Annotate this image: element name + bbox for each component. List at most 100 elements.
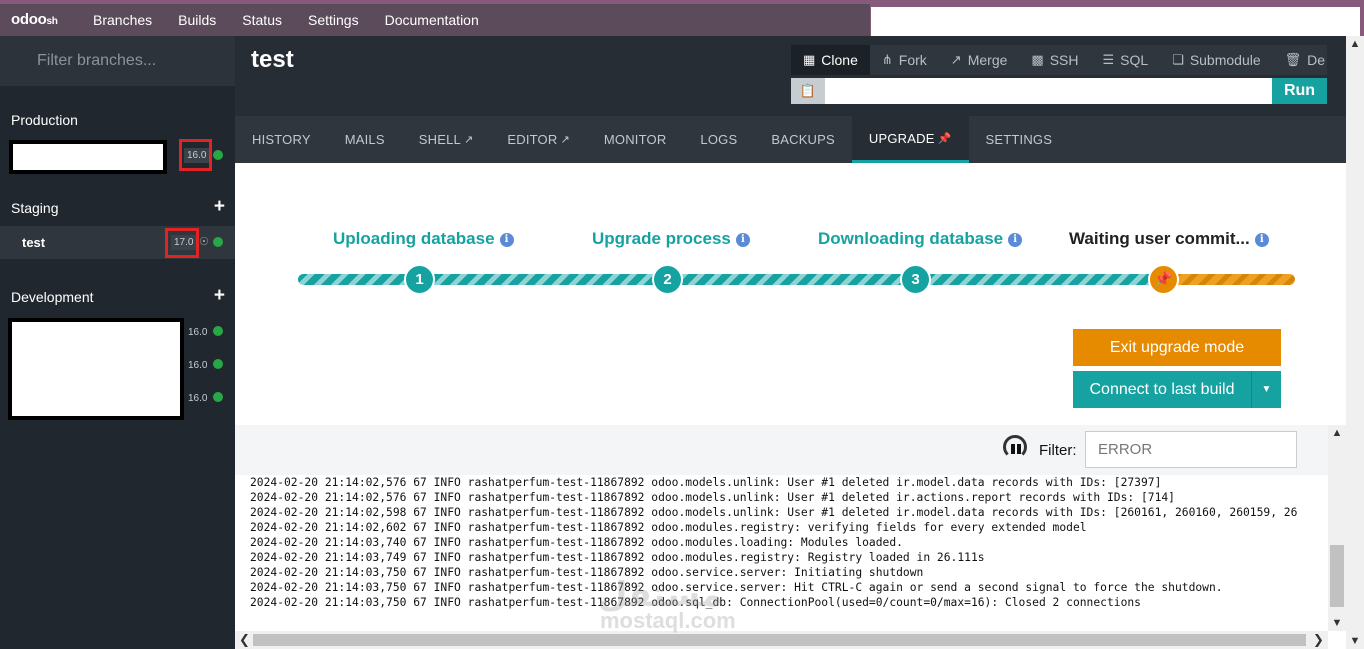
dev-branch-row-1[interactable]: 16.0 bbox=[0, 315, 235, 348]
dev-branch-row-2[interactable]: 16.0 bbox=[0, 348, 235, 381]
upgrade-panel: Uploading database i Upgrade process i Dow… bbox=[235, 163, 1364, 425]
add-development-icon[interactable]: + bbox=[214, 286, 225, 305]
log-line: 2024-02-20 21:14:02,576 67 INFO rashatpe… bbox=[250, 476, 1162, 489]
tab-backups[interactable]: BACKUPS bbox=[754, 116, 852, 163]
step-uploading-text: Uploading database bbox=[333, 229, 495, 248]
status-dot bbox=[213, 392, 223, 402]
tab-settings[interactable]: SETTINGS bbox=[969, 116, 1070, 163]
tool-clone-label: Clone bbox=[821, 52, 858, 68]
pin-icon: ☉ bbox=[199, 236, 209, 248]
database-icon: ☰ bbox=[1102, 52, 1115, 67]
tab-mails[interactable]: MAILS bbox=[328, 116, 402, 163]
production-version-badge: 16.0 bbox=[184, 148, 210, 163]
external-link-icon: ↗ bbox=[463, 134, 474, 146]
log-output: 2024-02-20 21:14:02,576 67 INFO rashatpe… bbox=[235, 475, 1328, 631]
step-waiting-label: Waiting user commit... i bbox=[1069, 229, 1269, 249]
external-link-icon: ↗ bbox=[560, 134, 570, 146]
tab-shell[interactable]: SHELL ↗ bbox=[402, 116, 491, 163]
tool-submodule[interactable]: ❏ Submodule bbox=[1160, 45, 1272, 75]
tab-monitor[interactable]: MONITOR bbox=[587, 116, 684, 163]
odoo-sh-logo[interactable]: odoosh bbox=[11, 11, 58, 28]
staging-title: Staging bbox=[11, 200, 59, 216]
tab-upgrade[interactable]: UPGRADE 📌 bbox=[851, 116, 969, 163]
log-horizontal-scrollbar[interactable]: ❮ ❯ bbox=[235, 631, 1328, 649]
log-vertical-scrollbar[interactable]: ▲ ▼ bbox=[1328, 425, 1346, 631]
logo-suffix-text: sh bbox=[46, 16, 58, 27]
command-input[interactable] bbox=[825, 78, 1272, 104]
nav-documentation[interactable]: Documentation bbox=[372, 12, 492, 28]
pin-icon: 📌 bbox=[1154, 271, 1173, 288]
add-staging-icon[interactable]: + bbox=[214, 197, 225, 216]
tab-history[interactable]: HISTORY bbox=[235, 116, 328, 163]
nav-builds[interactable]: Builds bbox=[165, 12, 229, 28]
tab-logs[interactable]: LOGS bbox=[683, 116, 754, 163]
dev-branch-row-3[interactable]: 16.0 bbox=[0, 381, 235, 414]
scroll-thumb[interactable] bbox=[253, 634, 1306, 646]
production-branch-row[interactable]: 16.0 bbox=[0, 139, 235, 174]
tool-ssh-label: SSH bbox=[1049, 52, 1079, 68]
page-title: test bbox=[251, 46, 294, 73]
run-button[interactable]: Run bbox=[1272, 78, 1327, 104]
log-toolbar: Filter: bbox=[235, 425, 1328, 475]
pause-bar bbox=[1011, 444, 1015, 454]
info-icon[interactable]: i bbox=[735, 232, 750, 247]
status-dot bbox=[213, 359, 223, 369]
terminal-icon: ▩ bbox=[1031, 52, 1044, 67]
tool-sql[interactable]: ☰ SQL bbox=[1090, 45, 1160, 75]
step-waiting-text: Waiting user commit... bbox=[1069, 229, 1250, 248]
scroll-right-icon[interactable]: ❯ bbox=[1313, 632, 1324, 648]
scroll-down-icon[interactable]: ▼ bbox=[1346, 635, 1364, 647]
clipboard-icon[interactable]: 📋 bbox=[791, 78, 825, 104]
info-icon[interactable]: i bbox=[1008, 232, 1023, 247]
redacted-area bbox=[871, 7, 1360, 36]
chevron-down-icon[interactable]: ▼ bbox=[1251, 371, 1281, 408]
info-icon[interactable]: i bbox=[1254, 232, 1269, 247]
step-node-pin: 📌 bbox=[1148, 264, 1179, 295]
exit-upgrade-mode-button[interactable]: Exit upgrade mode bbox=[1073, 329, 1281, 366]
nav-branches[interactable]: Branches bbox=[80, 12, 165, 28]
log-filter-input[interactable] bbox=[1085, 431, 1297, 468]
log-line: 2024-02-20 21:14:03,750 67 INFO rashatpe… bbox=[250, 581, 1223, 594]
cube-icon: ❏ bbox=[1172, 52, 1184, 67]
nav-settings[interactable]: Settings bbox=[295, 12, 372, 28]
nav-status[interactable]: Status bbox=[229, 12, 295, 28]
tool-merge-label: Merge bbox=[967, 52, 1008, 68]
log-filter-label: Filter: bbox=[1039, 442, 1077, 459]
connect-last-build-label: Connect to last build bbox=[1089, 381, 1235, 398]
connect-last-build-button[interactable]: Connect to last build ▼ bbox=[1073, 371, 1281, 408]
tool-delete[interactable]: 🗑 De bbox=[1273, 45, 1325, 75]
info-icon[interactable]: i bbox=[499, 232, 514, 247]
step-downloading-label: Downloading database i bbox=[818, 229, 1023, 249]
branch-header: test ▦ Clone ⋔ Fork ↗ Merge ▩ SSH ☰ SQL ❏ Subm… bbox=[235, 36, 1364, 116]
pin-icon: 📌 bbox=[937, 132, 952, 145]
step-upgrade-label: Upgrade process i bbox=[592, 229, 750, 249]
scroll-down-icon[interactable]: ▼ bbox=[1328, 617, 1346, 629]
tab-editor[interactable]: EDITOR ↗ bbox=[490, 116, 587, 163]
page-vertical-scrollbar[interactable]: ▲ ▼ bbox=[1346, 36, 1364, 649]
scroll-up-icon[interactable]: ▲ bbox=[1328, 427, 1346, 439]
log-line: 2024-02-20 21:14:03,740 67 INFO rashatpe… bbox=[250, 536, 903, 549]
filter-branches-input[interactable] bbox=[0, 36, 235, 86]
scroll-thumb[interactable] bbox=[1330, 545, 1344, 607]
staging-branch-test[interactable]: test 17.0 ☉ bbox=[0, 226, 235, 259]
log-line: 2024-02-20 21:14:02,602 67 INFO rashatpe… bbox=[250, 521, 1087, 534]
step-node-3: 3 bbox=[900, 264, 931, 295]
development-title: Development bbox=[11, 289, 94, 305]
scroll-left-icon[interactable]: ❮ bbox=[239, 632, 250, 648]
command-row: 📋 Run bbox=[791, 78, 1327, 104]
branch-tools: ▦ Clone ⋔ Fork ↗ Merge ▩ SSH ☰ SQL ❏ Submodule… bbox=[791, 45, 1327, 75]
tool-clone[interactable]: ▦ Clone bbox=[791, 45, 870, 75]
step-node-1: 1 bbox=[404, 264, 435, 295]
app-window: odoosh Branches Builds Status Settings D… bbox=[0, 0, 1364, 649]
tab-shell-label: SHELL bbox=[418, 132, 461, 147]
log-line: 2024-02-20 21:14:02,576 67 INFO rashatpe… bbox=[250, 491, 1175, 504]
fork-icon: ⋔ bbox=[881, 52, 893, 67]
step-uploading-label: Uploading database i bbox=[333, 229, 514, 249]
scroll-up-icon[interactable]: ▲ bbox=[1346, 38, 1364, 50]
tool-ssh[interactable]: ▩ SSH bbox=[1019, 45, 1090, 75]
pause-icon[interactable] bbox=[1003, 435, 1027, 459]
tool-merge[interactable]: ↗ Merge bbox=[939, 45, 1020, 75]
redacted-branch-name bbox=[9, 140, 167, 174]
tool-fork[interactable]: ⋔ Fork bbox=[870, 45, 939, 75]
logo-main-text: odoo bbox=[11, 11, 47, 28]
